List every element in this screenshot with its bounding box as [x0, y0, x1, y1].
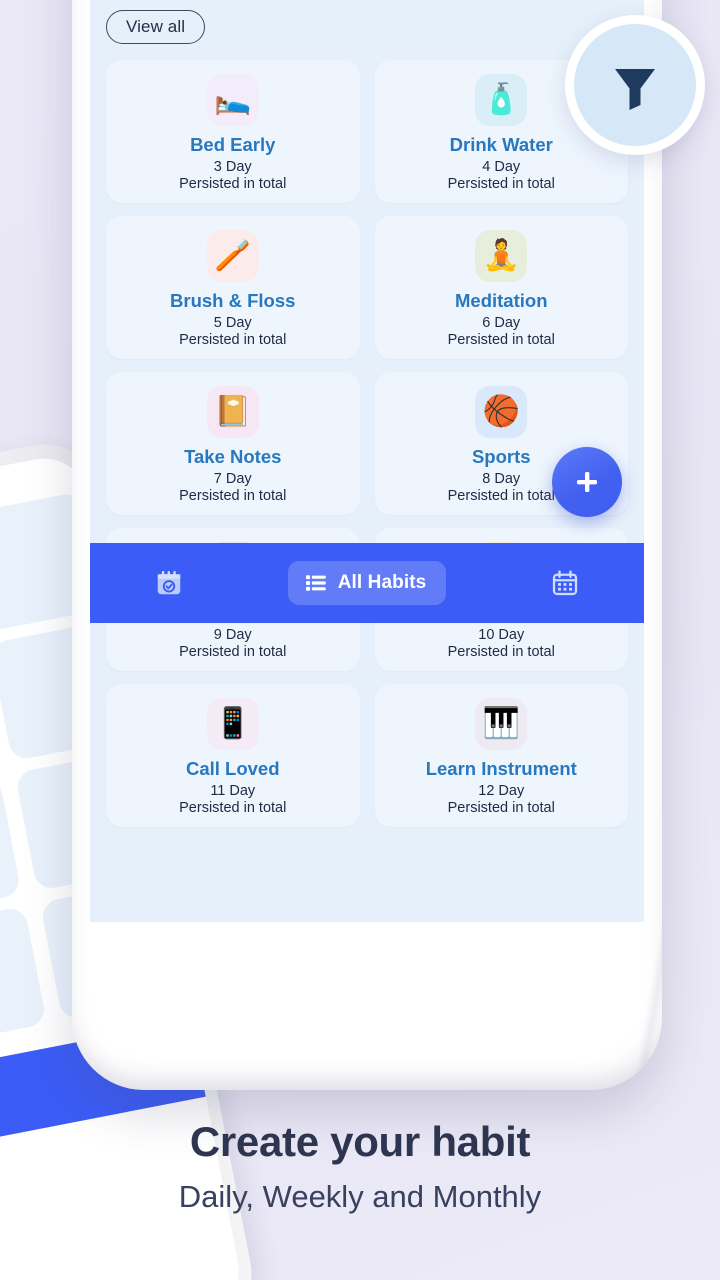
bottom-navigation: All Habits — [90, 543, 644, 623]
habit-title: Sports — [471, 447, 531, 468]
piano-icon: 🎹 — [475, 698, 528, 751]
habit-day-count: 7 Day — [213, 470, 252, 487]
habit-card[interactable]: 📱 Call Loved 11 Day Persisted in total — [106, 684, 360, 827]
list-icon — [305, 575, 326, 591]
habit-card[interactable]: 🪥 Brush & Floss 5 Day Persisted in total — [106, 216, 360, 359]
habit-day-count: 5 Day — [213, 314, 252, 331]
filter-button[interactable] — [565, 15, 705, 155]
habit-title: Brush & Floss — [170, 291, 296, 312]
water-bottle-icon: 🧴 — [475, 74, 528, 127]
habit-day-count: 4 Day — [482, 158, 521, 175]
habit-day-count: 9 Day — [213, 626, 252, 643]
meditation-icon: 🧘 — [475, 230, 528, 283]
habit-day-count: 11 Day — [210, 782, 256, 799]
phone-screen: View all 🛌 Bed Early 3 Day Persisted in tot… — [90, 0, 644, 1038]
habit-subtitle: Persisted in total — [447, 644, 555, 661]
habit-app: View all 🛌 Bed Early 3 Day Persisted in tot… — [90, 0, 644, 922]
screen-footer — [90, 922, 644, 1038]
habit-card[interactable]: 📔 Take Notes 7 Day Persisted in total — [106, 372, 360, 515]
nav-calendar-grid-button[interactable] — [544, 562, 586, 604]
habit-emoji: 📔 — [214, 395, 252, 429]
habit-title: Take Notes — [184, 447, 282, 468]
habit-day-count: 12 Day — [478, 782, 525, 799]
habit-day-count: 6 Day — [482, 314, 521, 331]
habit-emoji: 🎹 — [482, 707, 520, 741]
habit-emoji: 🧴 — [482, 83, 520, 117]
view-all-row: View all — [106, 10, 206, 44]
habit-title: Learn Instrument — [425, 759, 577, 780]
filter-button-inner — [574, 24, 696, 146]
habit-subtitle: Persisted in total — [179, 800, 287, 817]
nav-calendar-check-button[interactable] — [148, 562, 190, 604]
habit-grid: 🛌 Bed Early 3 Day Persisted in total 🧴 Drink … — [106, 60, 628, 827]
notebook-icon: 📔 — [206, 386, 259, 439]
habit-card[interactable]: 🛌 Bed Early 3 Day Persisted in total — [106, 60, 360, 203]
habit-day-count: 10 Day — [478, 626, 525, 643]
habit-subtitle: Persisted in total — [179, 176, 287, 193]
habit-subtitle: Persisted in total — [179, 488, 287, 505]
habit-title: Meditation — [455, 291, 548, 312]
calendar-check-icon — [157, 571, 181, 595]
habit-card[interactable]: 🎹 Learn Instrument 12 Day Persisted in tota… — [374, 684, 628, 827]
habit-day-count: 8 Day — [482, 470, 521, 487]
habit-title: Call Loved — [185, 759, 280, 780]
bed-icon: 🛌 — [206, 74, 259, 127]
habit-subtitle: Persisted in total — [447, 176, 555, 193]
nav-all-habits-label: All Habits — [337, 572, 427, 593]
habit-emoji: 📱 — [214, 707, 252, 741]
phone-heart-icon: 📱 — [206, 698, 259, 751]
toothbrush-icon: 🪥 — [206, 230, 259, 283]
habit-emoji: 🧘 — [482, 239, 520, 273]
habit-subtitle: Persisted in total — [447, 332, 555, 349]
habit-subtitle: Persisted in total — [447, 800, 555, 817]
phone-mockup: View all 🛌 Bed Early 3 Day Persisted in tot… — [72, 0, 662, 1090]
habit-day-count: 3 Day — [213, 158, 252, 175]
habit-emoji: 🛌 — [214, 83, 252, 117]
habit-card[interactable]: 🧘 Meditation 6 Day Persisted in total — [374, 216, 628, 359]
caption-title: Create your habit — [189, 1118, 531, 1165]
nav-all-habits-tab[interactable]: All Habits — [287, 561, 447, 605]
view-all-button[interactable]: View all — [106, 10, 206, 44]
filter-funnel-icon — [615, 69, 655, 110]
add-habit-fab[interactable] — [552, 447, 622, 517]
caption-block: Create your habit Daily, Weekly and Mont… — [0, 1118, 720, 1215]
habit-title: Drink Water — [449, 135, 553, 156]
calendar-grid-icon — [552, 570, 578, 596]
plus-icon — [577, 472, 597, 492]
caption-subtitle: Daily, Weekly and Monthly — [178, 1179, 542, 1215]
habit-subtitle: Persisted in total — [179, 332, 287, 349]
habit-emoji: 🪥 — [214, 239, 252, 273]
habit-emoji: 🏀 — [482, 395, 520, 429]
habit-subtitle: Persisted in total — [447, 488, 555, 505]
habit-subtitle: Persisted in total — [179, 644, 287, 661]
sports-ball-icon: 🏀 — [475, 386, 528, 439]
habit-title: Bed Early — [190, 135, 276, 156]
